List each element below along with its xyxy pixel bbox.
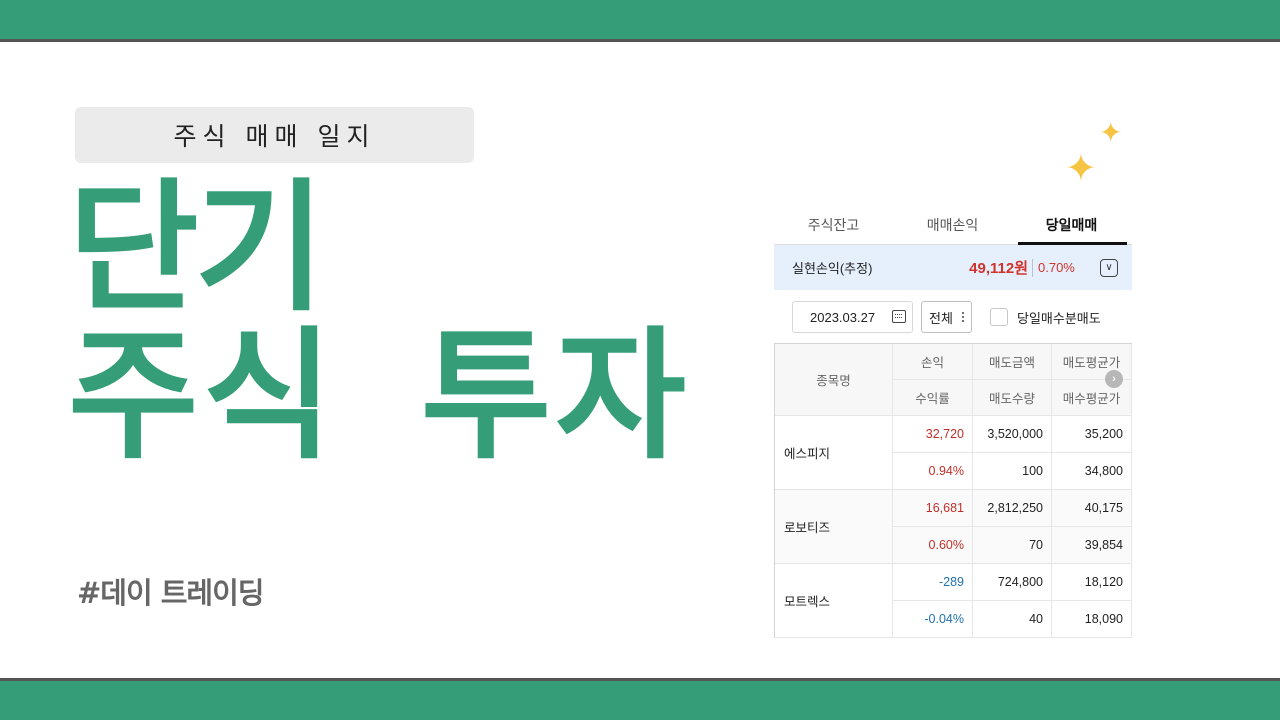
tab-daily-trade[interactable]: 당일매매 (1012, 205, 1131, 245)
sell-amount-value: 3,520,000 (973, 416, 1052, 453)
summary-label: 실현손익(추정) (792, 261, 873, 276)
table-row[interactable]: 에스피지 32,720 3,520,000 35,200 0.94% 100 3… (775, 416, 1132, 490)
trading-panel: 주식잔고 매매손익 당일매매 실현손익(추정) 49,112원 0.70% ∨ … (774, 205, 1132, 642)
journal-tag: 주식 매매 일지 (75, 107, 474, 163)
header-sell-qty: 매도수량 (973, 380, 1052, 416)
journal-tag-text: 주식 매매 일지 (173, 122, 376, 151)
chevron-down-icon[interactable]: ∨ (1100, 258, 1118, 277)
top-band-line (0, 39, 1280, 42)
filter-bar: 2023.03.27 전체 당일매수분매도 (774, 290, 1132, 344)
table-header: 종목명 손익 매도금액 매도평균가 수익률 매도수량 매수평균가 (775, 344, 1132, 416)
filter-select-value: 전체 (929, 310, 953, 326)
title-line-1: 단기 (68, 166, 325, 331)
summary-divider (1032, 258, 1033, 277)
stock-name: 모트렉스 (775, 564, 893, 638)
stock-name: 에스피지 (775, 416, 893, 490)
summary-amount: 49,112원 (969, 260, 1028, 277)
buy-avg-value: 34,800 (1052, 453, 1132, 490)
tab-trade-profit[interactable]: 매매손익 (893, 205, 1012, 244)
title-line-2: 주식 투자 (68, 314, 690, 479)
same-day-buy-checkbox[interactable] (990, 308, 1008, 326)
table-row[interactable]: 로보티즈 16,681 2,812,250 40,175 0.60% 70 39… (775, 490, 1132, 564)
stock-name: 로보티즈 (775, 490, 893, 564)
profit-value: 32,720 (893, 416, 973, 453)
sell-qty-value: 70 (973, 527, 1052, 564)
sell-amount-value: 2,812,250 (973, 490, 1052, 527)
header-profit: 손익 (893, 344, 973, 380)
sell-avg-value: 35,200 (1052, 416, 1132, 453)
rate-value: -0.04% (893, 601, 973, 638)
summary-percent: 0.70% (1038, 260, 1075, 275)
more-vertical-icon (962, 311, 964, 323)
sparkle-icon: ✦ (1065, 146, 1097, 190)
sell-qty-value: 40 (973, 601, 1052, 638)
header-sell-amount: 매도금액 (973, 344, 1052, 380)
profit-value: 16,681 (893, 490, 973, 527)
rate-value: 0.94% (893, 453, 973, 490)
date-picker[interactable]: 2023.03.27 (792, 301, 913, 333)
header-rate: 수익률 (893, 380, 973, 416)
buy-avg-value: 39,854 (1052, 527, 1132, 564)
same-day-buy-label: 당일매수분매도 (1017, 310, 1101, 326)
sparkle-icon: ✦ (1099, 116, 1123, 149)
same-day-buy-checkbox-wrap[interactable]: 당일매수분매도 (990, 308, 1101, 327)
hashtag: #데이 트레이딩 (77, 576, 264, 610)
tab-bar: 주식잔고 매매손익 당일매매 (774, 205, 1132, 245)
trade-table: 종목명 손익 매도금액 매도평균가 수익률 매도수량 매수평균가 에스피지 32… (774, 343, 1132, 638)
filter-select[interactable]: 전체 (921, 301, 972, 333)
date-value: 2023.03.27 (810, 309, 876, 325)
tab-stock-balance[interactable]: 주식잔고 (774, 205, 893, 244)
sell-avg-value: 40,175 (1052, 490, 1132, 527)
profit-value: -289 (893, 564, 973, 601)
sell-qty-value: 100 (973, 453, 1052, 490)
buy-avg-value: 18,090 (1052, 601, 1132, 638)
sell-avg-value: 18,120 (1052, 564, 1132, 601)
bottom-band (0, 681, 1280, 720)
rate-value: 0.60% (893, 527, 973, 564)
table-row[interactable]: 모트렉스 -289 724,800 18,120 -0.04% 40 18,09… (775, 564, 1132, 638)
top-band (0, 0, 1280, 39)
header-name: 종목명 (775, 344, 893, 416)
sell-amount-value: 724,800 (973, 564, 1052, 601)
realized-profit-summary: 실현손익(추정) 49,112원 0.70% ∨ (774, 245, 1132, 290)
chevron-right-icon[interactable]: › (1105, 370, 1123, 388)
calendar-icon[interactable] (892, 310, 906, 323)
